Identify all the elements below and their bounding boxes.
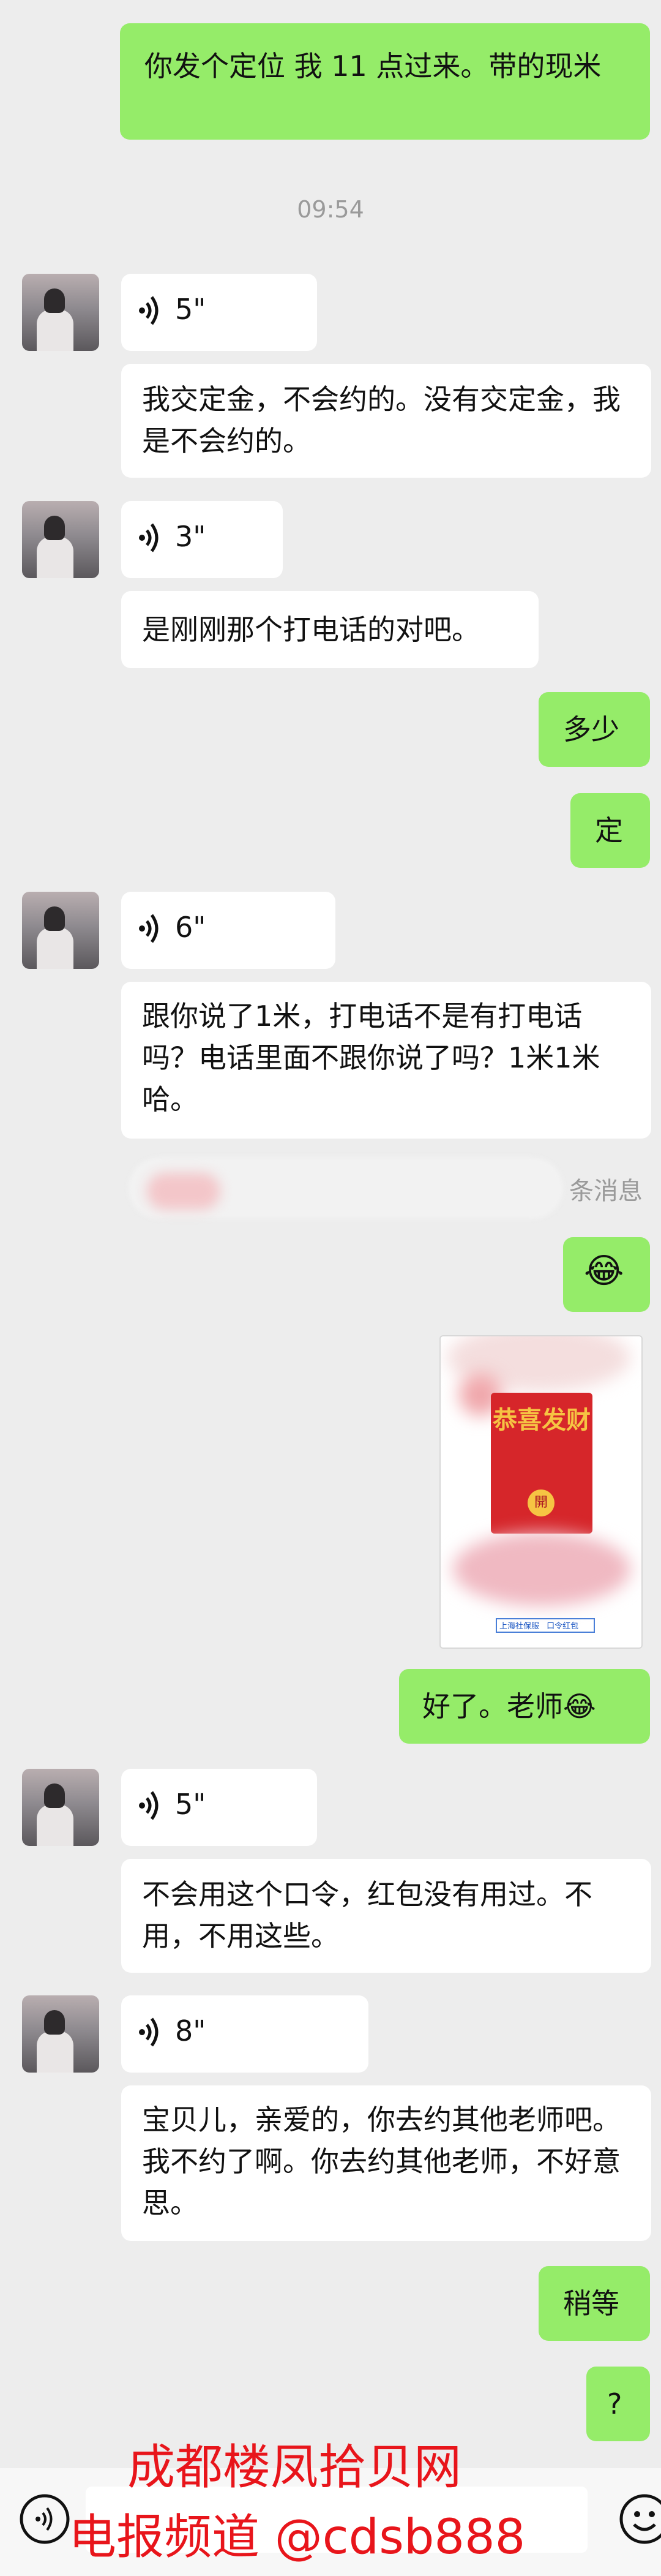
voice-message[interactable]: 8" (121, 1995, 368, 2073)
watermark-line-2: 电报频道 @cdsb888 (69, 2510, 526, 2565)
avatar[interactable] (22, 274, 99, 351)
red-envelope-seal: 開 (528, 1489, 555, 1516)
message-bubble-incoming[interactable]: 不会用这个口令，红包没有用过。不用，不用这些。 (121, 1859, 651, 1973)
card-footer: 上海社保服 口令红包 (496, 1618, 595, 1633)
message-bubble-outgoing[interactable]: 好了。老师😂 (399, 1669, 650, 1744)
message-text: ? (607, 2387, 622, 2420)
emoji-icon: 😂 (584, 1251, 624, 1291)
message-text: 不会用这个口令，红包没有用过。不用，不用这些。 (142, 1878, 592, 1953)
voice-message[interactable]: 6" (121, 892, 335, 969)
voice-duration: 3" (175, 520, 206, 553)
message-bubble-incoming[interactable]: 我交定金，不会约的。没有交定金，我是不会约的。 (121, 364, 651, 478)
timestamp: 09:54 (297, 196, 364, 223)
voice-input-icon[interactable] (18, 2493, 71, 2545)
message-bubble-incoming[interactable]: 是刚刚那个打电话的对吧。 (121, 591, 539, 668)
avatar[interactable] (22, 892, 99, 969)
avatar[interactable] (22, 1769, 99, 1846)
red-envelope[interactable]: 恭喜发财 開 (491, 1393, 592, 1534)
message-bubble-outgoing[interactable]: 多少 (539, 692, 650, 767)
voice-icon (139, 296, 159, 325)
voice-icon (139, 523, 159, 552)
blurred-sticker (147, 1173, 220, 1210)
message-text: 稍等 (563, 2287, 619, 2320)
message-bubble-incoming[interactable]: 跟你说了1米，打电话不是有打电话吗？电话里面不跟你说了吗？1米1米哈。 (121, 982, 651, 1139)
blur-blob (453, 1532, 630, 1606)
voice-duration: 5" (175, 293, 206, 326)
watermark-line-1: 成都楼凤拾贝网 (127, 2440, 462, 2495)
avatar[interactable] (22, 1995, 99, 2073)
voice-icon (139, 1791, 159, 1820)
voice-icon (139, 914, 159, 943)
message-text: 你发个定位 我 11 点过来。带的现米 (144, 50, 602, 83)
message-text: 我交定金，不会约的。没有交定金，我是不会约的。 (142, 383, 621, 458)
voice-message[interactable]: 5" (121, 274, 317, 351)
message-text: 定 (595, 814, 623, 847)
message-bubble-outgoing[interactable]: 定 (570, 793, 650, 868)
system-message-text: 条消息 (569, 1177, 643, 1205)
red-envelope-title: 恭喜发财 (493, 1406, 591, 1434)
card-footer-source: 上海社保服 (499, 1622, 540, 1631)
message-text: 多少 (563, 713, 619, 746)
avatar[interactable] (22, 501, 99, 578)
voice-message[interactable]: 5" (121, 1769, 317, 1846)
voice-message[interactable]: 3" (121, 501, 283, 578)
message-bubble-incoming[interactable]: 宝贝儿，亲爱的，你去约其他老师吧。我不约了啊。你去约其他老师，不好意思。 (121, 2085, 651, 2241)
message-bubble-outgoing[interactable]: 😂 (563, 1237, 650, 1312)
message-text: 是刚刚那个打电话的对吧。 (142, 613, 480, 646)
message-bubble-outgoing[interactable]: 你发个定位 我 11 点过来。带的现米 (120, 23, 650, 140)
red-packet-card[interactable]: 恭喜发财 開 上海社保服 口令红包 (439, 1335, 643, 1649)
voice-duration: 8" (175, 2014, 206, 2047)
card-footer-type: 口令红包 (547, 1622, 579, 1631)
emoji-icon[interactable] (618, 2493, 661, 2545)
message-text: 跟你说了1米，打电话不是有打电话吗？电话里面不跟你说了吗？1米1米哈。 (142, 1000, 600, 1116)
voice-duration: 5" (175, 1788, 206, 1821)
message-text: 宝贝儿，亲爱的，你去约其他老师吧。我不约了啊。你去约其他老师，不好意思。 (142, 2103, 621, 2220)
voice-icon (139, 2017, 159, 2047)
message-text: 好了。老师😂 (422, 1690, 596, 1723)
message-bubble-outgoing[interactable]: 稍等 (539, 2266, 650, 2341)
voice-duration: 6" (175, 911, 206, 944)
message-bubble-outgoing[interactable]: ? (586, 2367, 650, 2441)
